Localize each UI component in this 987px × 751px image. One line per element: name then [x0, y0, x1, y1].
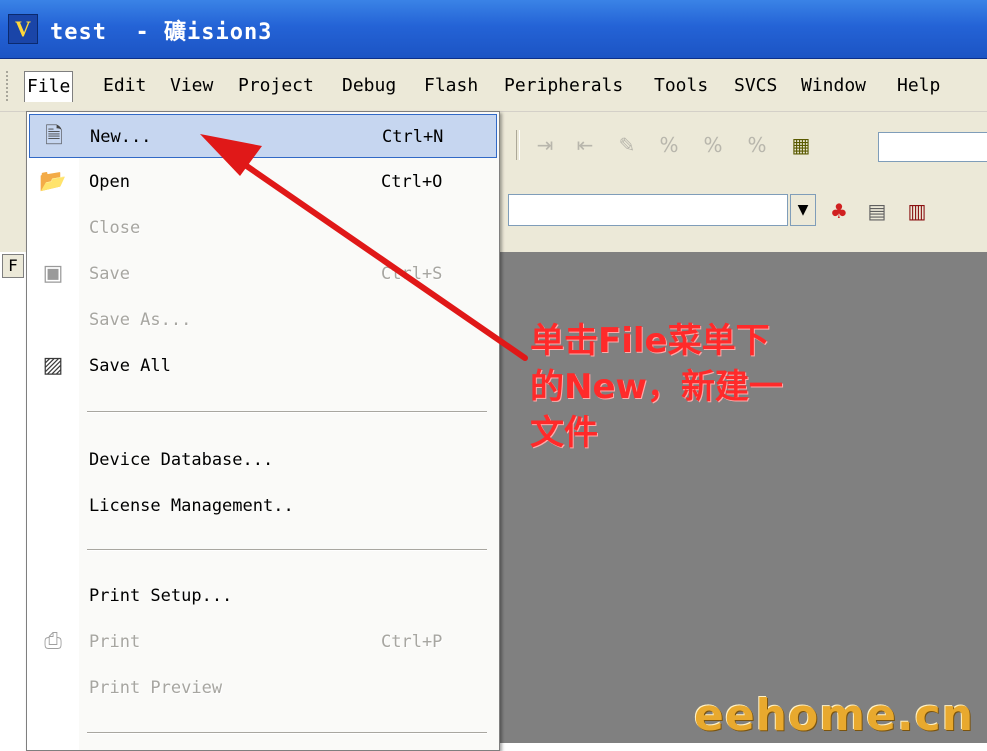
- uvision-icon[interactable]: V: [8, 14, 38, 44]
- menu-separator: [87, 732, 487, 734]
- menu-debug[interactable]: Debug: [342, 73, 396, 99]
- watermark: eehome.cn: [694, 690, 975, 741]
- menu-file[interactable]: File: [24, 71, 74, 102]
- file-menu-dropdown: 🗎 New... Ctrl+N 📂 Open Ctrl+O Close ▣ Sa…: [26, 111, 500, 751]
- printer-icon: ⎙: [44, 629, 62, 654]
- target-select[interactable]: [508, 194, 788, 226]
- unindent-icon[interactable]: ⇤: [574, 134, 596, 156]
- indent-icon[interactable]: ⇥: [534, 134, 556, 156]
- chevron-down-icon[interactable]: ▼: [790, 194, 816, 226]
- menu-item-device-database[interactable]: Device Database...: [29, 438, 497, 482]
- menu-item-print-setup-label: Print Setup...: [89, 586, 233, 606]
- title-bar: V test - 礦ision3: [0, 0, 987, 59]
- menu-item-device-database-label: Device Database...: [89, 450, 274, 470]
- bookmark-icon[interactable]: ✎: [616, 134, 638, 156]
- toolbar-row-2: ▼ ♣ ▤ ▥: [508, 184, 987, 232]
- menu-edit[interactable]: Edit: [103, 73, 146, 99]
- menu-item-print-label: Print: [89, 632, 141, 652]
- menubar-grip: [6, 71, 12, 101]
- menu-project[interactable]: Project: [238, 73, 314, 99]
- bookmark-clear-icon[interactable]: %: [746, 134, 768, 156]
- menu-item-new-label: New...: [90, 127, 152, 147]
- menu-item-close: Close: [29, 206, 497, 250]
- toolbar-row-1: ⇥ ⇤ ✎ % % % ▦: [508, 122, 987, 166]
- menu-item-save-all[interactable]: ▨ Save All: [29, 344, 497, 388]
- project-pane-tab[interactable]: F: [2, 254, 24, 278]
- window-title: test - 礦ision3: [50, 20, 273, 45]
- menu-item-new-shortcut: Ctrl+N: [382, 127, 444, 147]
- annotation-line-2: 的New，新建一: [530, 367, 783, 407]
- menu-item-print-shortcut: Ctrl+P: [381, 632, 443, 652]
- menu-item-save-as: Save As...: [29, 298, 497, 342]
- menu-separator: [87, 411, 487, 413]
- menu-item-print: ⎙ Print Ctrl+P: [29, 620, 497, 664]
- save-icon: ▣: [42, 261, 64, 286]
- menu-item-save-as-label: Save As...: [89, 310, 192, 330]
- new-file-icon: 🗎: [45, 124, 63, 149]
- peripheral-icon[interactable]: ▥: [904, 198, 930, 224]
- menu-item-new[interactable]: 🗎 New... Ctrl+N: [29, 114, 497, 158]
- find-input[interactable]: [878, 132, 987, 162]
- project-window-icon[interactable]: ♣: [826, 198, 852, 224]
- annotation-line-1: 单击File菜单下: [530, 321, 770, 361]
- toolbar-separator: [516, 130, 520, 160]
- menu-item-print-setup[interactable]: Print Setup...: [29, 574, 497, 618]
- menu-bar: File Edit View Project Debug Flash Perip…: [0, 59, 987, 112]
- menu-flash[interactable]: Flash: [424, 73, 478, 99]
- menu-item-open[interactable]: 📂 Open Ctrl+O: [29, 160, 497, 204]
- menu-separator: [87, 549, 487, 551]
- bookmark-next-icon[interactable]: %: [658, 134, 680, 156]
- save-all-icon: ▨: [42, 353, 64, 378]
- menu-view[interactable]: View: [170, 73, 213, 99]
- annotation-line-3: 文件: [530, 413, 598, 453]
- menu-item-save: ▣ Save Ctrl+S: [29, 252, 497, 296]
- menu-item-print-preview-label: Print Preview: [89, 678, 223, 698]
- find-in-files-icon[interactable]: ▦: [790, 134, 812, 156]
- menu-item-print-preview: Print Preview: [29, 666, 497, 710]
- menu-item-save-all-label: Save All: [89, 356, 171, 376]
- menu-item-open-label: Open: [89, 172, 130, 192]
- open-folder-icon: 📂: [39, 169, 67, 194]
- menu-item-license-management-label: License Management..: [89, 496, 294, 516]
- menu-help[interactable]: Help: [897, 73, 940, 99]
- menu-peripherals[interactable]: Peripherals: [504, 73, 623, 99]
- menu-window[interactable]: Window: [801, 73, 866, 99]
- window-layout-icon[interactable]: ▤: [864, 198, 890, 224]
- menu-item-license-management[interactable]: License Management..: [29, 484, 497, 528]
- menu-item-open-shortcut: Ctrl+O: [381, 172, 443, 192]
- menu-svcs[interactable]: SVCS: [734, 73, 777, 99]
- menu-item-save-label: Save: [89, 264, 130, 284]
- menu-tools[interactable]: Tools: [654, 73, 708, 99]
- project-pane: F: [0, 252, 27, 743]
- menu-item-save-shortcut: Ctrl+S: [381, 264, 443, 284]
- annotation-text: 单击File菜单下 的New，新建一 文件: [530, 318, 830, 456]
- menu-item-close-label: Close: [89, 218, 141, 238]
- bookmark-prev-icon[interactable]: %: [702, 134, 724, 156]
